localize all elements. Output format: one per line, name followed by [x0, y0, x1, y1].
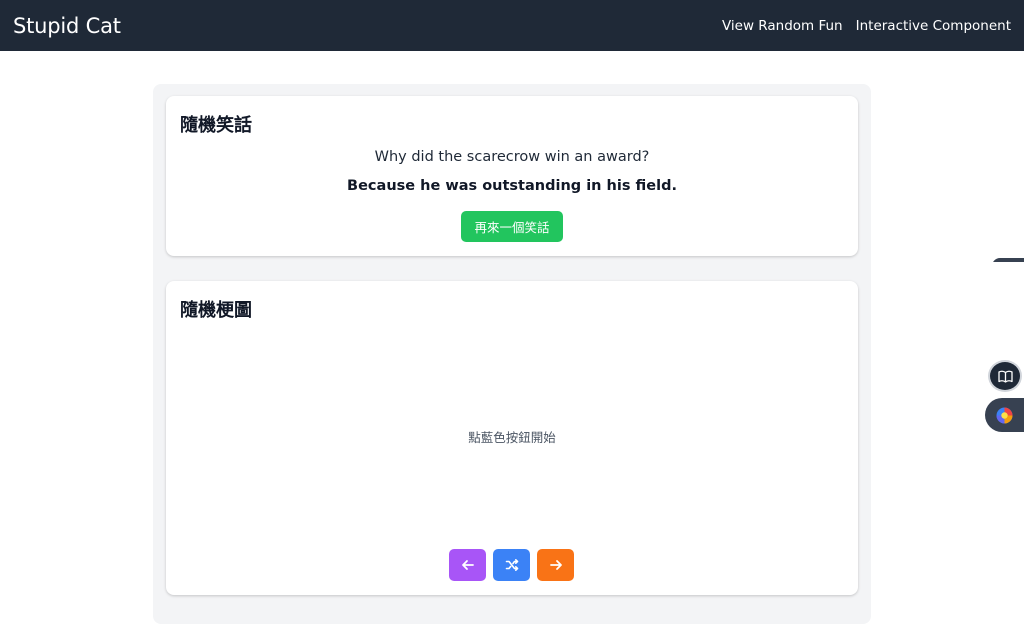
extension-icon — [996, 407, 1013, 423]
meme-controls — [449, 549, 574, 581]
next-meme-button[interactable] — [537, 549, 574, 581]
brand-title[interactable]: Stupid Cat — [13, 14, 121, 38]
arrow-left-icon — [461, 560, 474, 570]
previous-meme-button[interactable] — [449, 549, 486, 581]
another-joke-button[interactable]: 再來一個笑話 — [461, 211, 563, 242]
sidebar-extension-button[interactable] — [985, 398, 1024, 432]
meme-card-title: 隨機梗圖 — [180, 300, 252, 321]
shuffle-icon — [505, 559, 518, 571]
joke-card: 隨機笑話 Why did the scarecrow win an award?… — [166, 96, 858, 256]
arrow-right-icon — [549, 560, 562, 570]
random-meme-button[interactable] — [493, 549, 530, 581]
book-icon — [997, 370, 1013, 383]
meme-card: 隨機梗圖 點藍色按鈕開始 — [166, 281, 858, 595]
main-container: 隨機笑話 Why did the scarecrow win an award?… — [153, 84, 871, 624]
top-navbar: Stupid Cat View Random Fun Interactive C… — [0, 0, 1024, 51]
meme-hint-text: 點藍色按鈕開始 — [468, 430, 556, 445]
nav-link-random-fun[interactable]: View Random Fun — [722, 18, 843, 34]
joke-punchline-text: Because he was outstanding in his field. — [347, 178, 677, 194]
joke-card-title: 隨機笑話 — [180, 115, 252, 136]
nav-link-interactive-component[interactable]: Interactive Component — [856, 18, 1011, 34]
sidebar-book-button[interactable] — [990, 362, 1020, 390]
joke-setup-text: Why did the scarecrow win an award? — [374, 149, 650, 165]
nav-links: View Random Fun Interactive Component — [722, 18, 1011, 34]
